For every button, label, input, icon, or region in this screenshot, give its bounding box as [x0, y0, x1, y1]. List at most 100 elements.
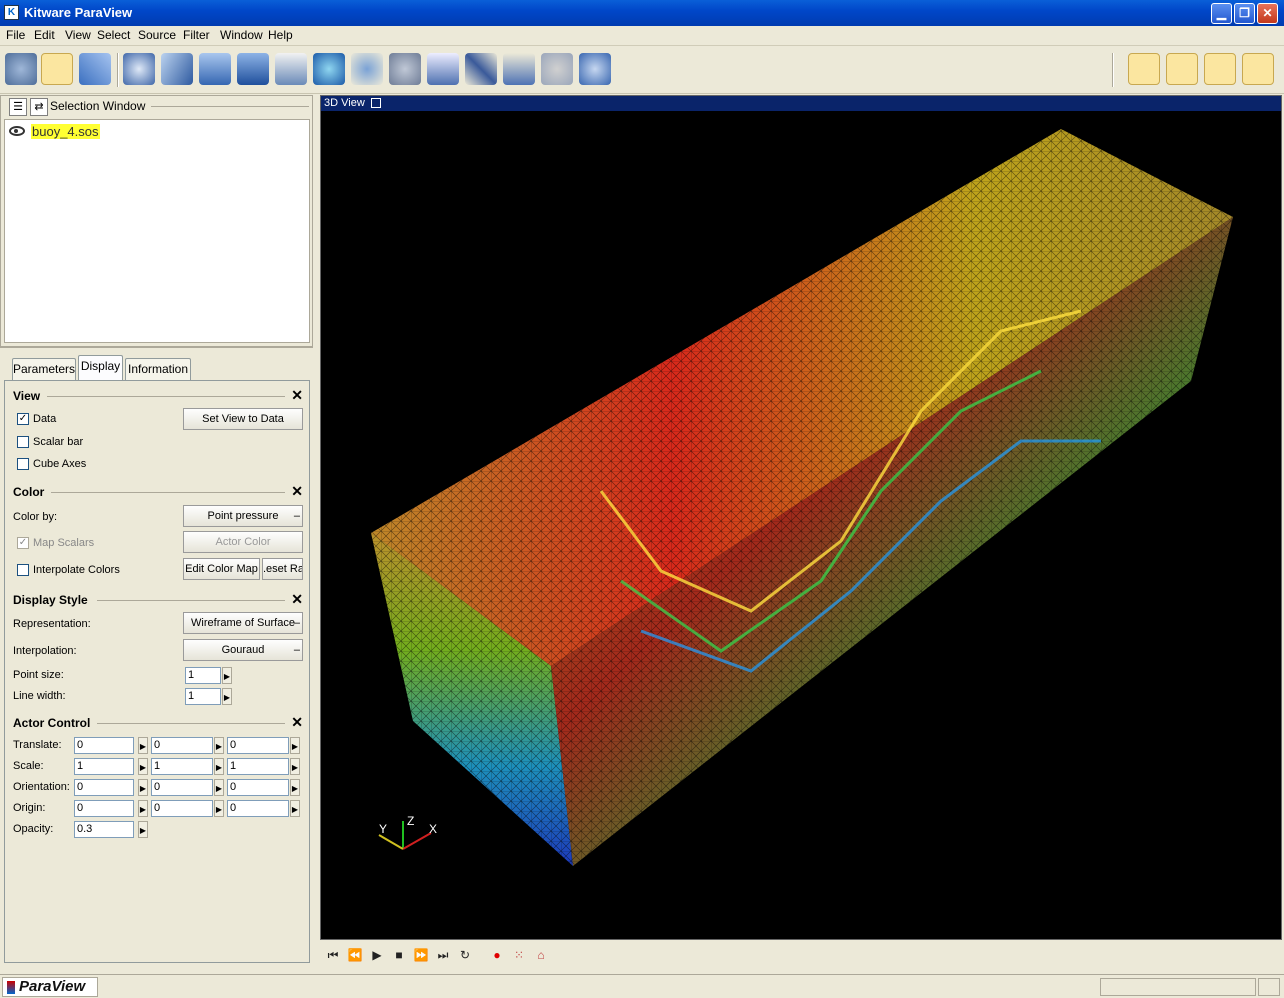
glyph-icon[interactable]: [351, 53, 383, 85]
panel-splitter[interactable]: [0, 347, 313, 351]
spin-arrow-icon[interactable]: ▶: [214, 779, 224, 796]
cube-axes-checkbox[interactable]: [17, 458, 29, 470]
plot-icon[interactable]: [465, 53, 497, 85]
reset-range-button[interactable]: .eset Ra: [262, 558, 303, 580]
spin-arrow-icon[interactable]: ▶: [290, 758, 300, 775]
play-icon[interactable]: ▶: [368, 946, 386, 964]
spin-arrow-icon[interactable]: ▶: [222, 667, 232, 684]
menu-edit[interactable]: Edit: [34, 28, 55, 42]
undo-camera-icon[interactable]: [1128, 53, 1160, 85]
contour-icon[interactable]: [161, 53, 193, 85]
next-frame-icon[interactable]: ⏩: [412, 946, 430, 964]
scalar-bar-checkbox[interactable]: [17, 436, 29, 448]
line-width-field[interactable]: 1: [185, 688, 221, 705]
translate-x-field[interactable]: 0: [74, 737, 134, 754]
tab-parameters[interactable]: Parameters: [12, 358, 76, 380]
list-view-icon[interactable]: ☰: [9, 98, 27, 116]
keyframe-icon[interactable]: ⁙: [510, 946, 528, 964]
spin-arrow-icon[interactable]: ▶: [138, 821, 148, 838]
orientation-y-field[interactable]: 0: [151, 779, 213, 796]
threshold-icon[interactable]: [275, 53, 307, 85]
spin-arrow-icon[interactable]: ▶: [138, 737, 148, 754]
3d-view[interactable]: 3D View Z X Y: [320, 95, 1282, 940]
render-canvas[interactable]: Z X Y: [321, 111, 1281, 939]
dropdown-icon: –: [293, 617, 300, 629]
point-size-field[interactable]: 1: [185, 667, 221, 684]
spin-arrow-icon[interactable]: ▶: [138, 758, 148, 775]
reset-view-icon[interactable]: [1204, 53, 1236, 85]
clip-icon[interactable]: [199, 53, 231, 85]
interpolate-colors-checkbox[interactable]: [17, 564, 29, 576]
spin-arrow-icon[interactable]: ▶: [290, 779, 300, 796]
view-options-icon[interactable]: [371, 98, 381, 108]
spin-arrow-icon[interactable]: ▶: [138, 779, 148, 796]
axes-icon[interactable]: [79, 53, 111, 85]
spin-arrow-icon[interactable]: ▶: [290, 737, 300, 754]
spin-arrow-icon[interactable]: ▶: [138, 800, 148, 817]
translate-y-field[interactable]: 0: [151, 737, 213, 754]
cut-icon[interactable]: [237, 53, 269, 85]
spin-arrow-icon[interactable]: ▶: [214, 800, 224, 817]
menu-source[interactable]: Source: [138, 28, 176, 42]
minimize-button[interactable]: ▁: [1211, 3, 1232, 24]
tab-display[interactable]: Display: [78, 355, 123, 380]
spin-arrow-icon[interactable]: ▶: [222, 688, 232, 705]
record-icon[interactable]: ●: [488, 946, 506, 964]
first-frame-icon[interactable]: ⏮: [324, 946, 342, 964]
spin-arrow-icon[interactable]: ▶: [290, 800, 300, 817]
actor-color-button[interactable]: Actor Color: [183, 531, 303, 553]
set-view-to-data-button[interactable]: Set View to Data: [183, 408, 303, 430]
edit-color-map-button[interactable]: Edit Color Map: [183, 558, 260, 580]
reset-camera-icon[interactable]: [41, 53, 73, 85]
close-icon[interactable]: ✕: [291, 483, 303, 500]
origin-y-field[interactable]: 0: [151, 800, 213, 817]
tree-view-icon[interactable]: ⇄: [30, 98, 48, 116]
scale-y-field[interactable]: 1: [151, 758, 213, 775]
close-icon[interactable]: ✕: [291, 387, 303, 404]
stop-icon[interactable]: ■: [390, 946, 408, 964]
close-icon[interactable]: ✕: [291, 714, 303, 731]
spin-arrow-icon[interactable]: ▶: [214, 758, 224, 775]
orientation-z-field[interactable]: 0: [227, 779, 289, 796]
menu-select[interactable]: Select: [97, 28, 130, 42]
ribbon-icon[interactable]: [579, 53, 611, 85]
menu-view[interactable]: View: [65, 28, 91, 42]
tab-information[interactable]: Information: [125, 358, 191, 380]
stream-tracer-icon[interactable]: [389, 53, 421, 85]
close-button[interactable]: ✕: [1257, 3, 1278, 24]
menu-window[interactable]: Window: [220, 28, 263, 42]
custom-camera-icon[interactable]: [1242, 53, 1274, 85]
data-checkbox[interactable]: ✓: [17, 413, 29, 425]
menu-file[interactable]: File: [6, 28, 25, 42]
last-frame-icon[interactable]: ⏭: [434, 946, 452, 964]
spin-arrow-icon[interactable]: ▶: [214, 737, 224, 754]
warp-icon[interactable]: [427, 53, 459, 85]
stream-line-icon[interactable]: [541, 53, 573, 85]
orientation-x-field[interactable]: 0: [74, 779, 134, 796]
calculator-icon[interactable]: [123, 53, 155, 85]
pipeline-browser[interactable]: buoy_4.sos: [4, 119, 310, 343]
camera-track-icon[interactable]: ⌂: [532, 946, 550, 964]
menu-filter[interactable]: Filter: [183, 28, 210, 42]
color-by-select[interactable]: Point pressure –: [183, 505, 303, 527]
previous-frame-icon[interactable]: ⏪: [346, 946, 364, 964]
close-icon[interactable]: ✕: [291, 591, 303, 608]
map-scalars-checkbox[interactable]: ✓: [17, 537, 29, 549]
interpolation-select[interactable]: Gouraud –: [183, 639, 303, 661]
menu-help[interactable]: Help: [268, 28, 293, 42]
loop-icon[interactable]: ↻: [456, 946, 474, 964]
pipeline-item-name[interactable]: buoy_4.sos: [31, 124, 100, 139]
scale-x-field[interactable]: 1: [74, 758, 134, 775]
translate-z-field[interactable]: 0: [227, 737, 289, 754]
probe-icon[interactable]: [503, 53, 535, 85]
pick-center-icon[interactable]: [5, 53, 37, 85]
scale-z-field[interactable]: 1: [227, 758, 289, 775]
extract-grid-icon[interactable]: [313, 53, 345, 85]
restore-button[interactable]: ❐: [1234, 3, 1255, 24]
origin-z-field[interactable]: 0: [227, 800, 289, 817]
redo-camera-icon[interactable]: [1166, 53, 1198, 85]
eye-icon[interactable]: [9, 126, 25, 136]
origin-x-field[interactable]: 0: [74, 800, 134, 817]
representation-select[interactable]: Wireframe of Surface –: [183, 612, 303, 634]
opacity-field[interactable]: 0.3: [74, 821, 134, 838]
